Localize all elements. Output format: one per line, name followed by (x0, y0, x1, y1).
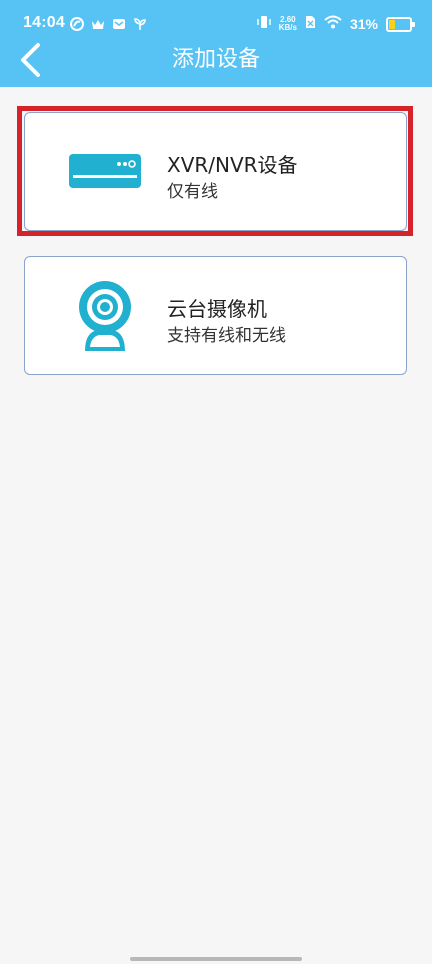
plant-icon (133, 17, 147, 31)
wifi-icon (324, 15, 342, 34)
status-bar: 14:04 2.60 KB/s 31% (0, 0, 432, 40)
status-right: 2.60 KB/s 31% (257, 14, 415, 34)
webcam-icon (67, 277, 143, 353)
device-subtitle: 支持有线和无线 (167, 326, 286, 346)
device-option-ptz-camera[interactable]: 云台摄像机 支持有线和无线 (24, 256, 407, 375)
battery-level-fill (389, 19, 396, 29)
status-time: 14:04 (23, 14, 65, 31)
device-title: 云台摄像机 (167, 297, 267, 321)
vibrate-icon (257, 15, 271, 34)
add-device-screen: 14:04 2.60 KB/s 31% 添加设备 XVR/NVR设备 仅有线 云… (0, 0, 432, 964)
device-subtitle: 仅有线 (167, 182, 218, 202)
page-title: 添加设备 (171, 47, 260, 72)
battery-icon (386, 16, 415, 32)
home-indicator[interactable] (130, 957, 302, 961)
netspeed-indicator: 2.60 KB/s (279, 16, 297, 32)
nvr-recorder-icon (67, 133, 143, 209)
notification-icons (70, 16, 147, 32)
header-bar: 14:04 2.60 KB/s 31% 添加设备 (0, 0, 432, 87)
battery-percent: 31% (349, 16, 378, 32)
device-title: XVR/NVR设备 (167, 153, 298, 177)
sim-off-icon (305, 15, 316, 34)
device-option-nvr[interactable]: XVR/NVR设备 仅有线 (24, 112, 407, 231)
mail-icon (112, 17, 126, 31)
netspeed-unit: KB/s (278, 23, 297, 32)
pinwheel-icon (70, 17, 84, 31)
crown-icon (91, 17, 105, 31)
